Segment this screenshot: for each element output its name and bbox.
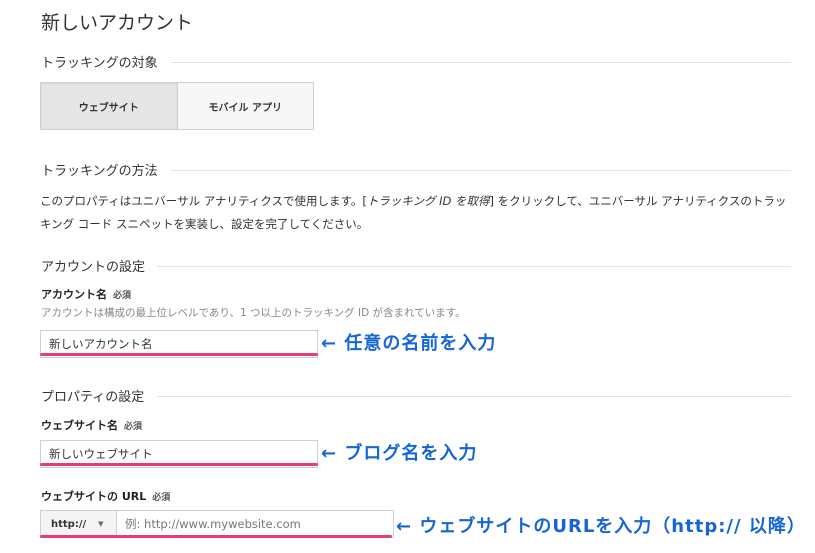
protocol-value: http:// — [51, 518, 87, 530]
get-tracking-id-ref: トラッキング ID を取得 — [366, 194, 490, 208]
option-website[interactable]: ウェブサイト — [41, 83, 177, 129]
tracking-target-heading: トラッキングの対象 — [41, 56, 158, 71]
divider — [171, 170, 791, 171]
account-name-annotation: ← 任意の名前を入力 — [321, 333, 497, 354]
label-text: ウェブサイト名 — [41, 419, 118, 432]
highlight-underline — [40, 463, 318, 466]
highlight-underline — [40, 535, 392, 538]
account-name-label: アカウント名 必須 — [41, 286, 131, 302]
protocol-dropdown[interactable]: http:// ▼ — [41, 511, 117, 537]
tracking-method-heading: トラッキングの方法 — [41, 164, 158, 179]
required-badge: 必須 — [152, 493, 171, 503]
required-badge: 必須 — [113, 291, 132, 301]
url-label: ウェブサイトの URL 必須 — [41, 488, 170, 504]
caret-down-icon: ▼ — [98, 520, 104, 528]
page-title: 新しいアカウント — [41, 12, 194, 34]
option-mobile-app[interactable]: モバイル アプリ — [176, 83, 313, 129]
url-annotation: ← ウェブサイトのURLを入力（http:// 以降） — [396, 516, 806, 537]
required-badge: 必須 — [124, 422, 143, 432]
divider — [157, 396, 791, 397]
label-text: ウェブサイトの URL — [41, 490, 147, 503]
site-name-annotation: ← ブログ名を入力 — [321, 443, 478, 464]
tracking-method-description: このプロパティはユニバーサル アナリティクスで使用します。[トラッキング ID … — [40, 190, 795, 236]
site-name-label: ウェブサイト名 必須 — [41, 417, 142, 433]
description-text: このプロパティはユニバーサル アナリティクスで使用します。[ — [40, 194, 367, 208]
url-field: http:// ▼ — [40, 510, 394, 538]
account-settings-heading: アカウントの設定 — [41, 260, 146, 275]
tracking-target-selector: ウェブサイト モバイル アプリ — [40, 82, 314, 130]
url-input[interactable] — [117, 511, 393, 537]
account-hint: アカウントは構成の最上位レベルであり、1 つ以上のトラッキング ID が含まれて… — [41, 307, 466, 319]
divider — [157, 266, 791, 267]
highlight-underline — [40, 353, 318, 356]
property-settings-heading: プロパティの設定 — [41, 390, 145, 405]
divider — [171, 62, 791, 63]
label-text: アカウント名 — [41, 288, 107, 301]
